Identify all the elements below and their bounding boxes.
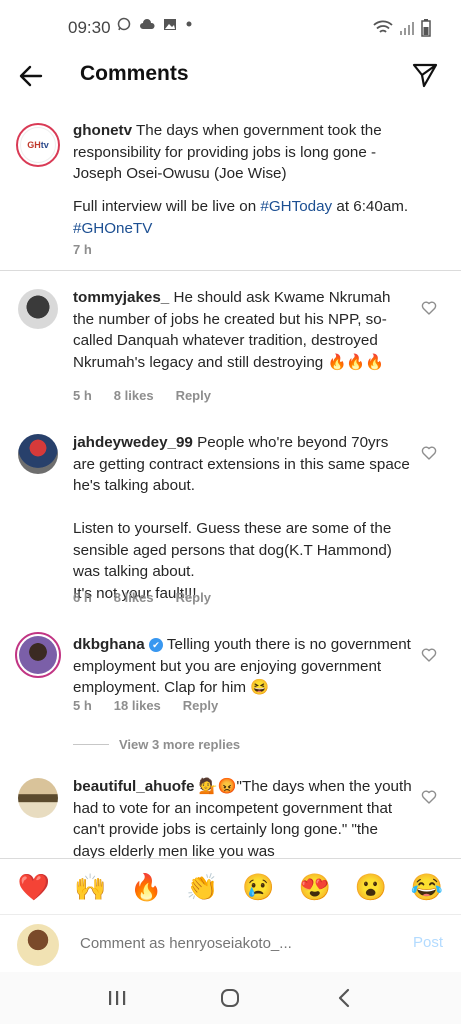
timestamp: 5 h (73, 698, 92, 713)
like-heart-icon[interactable] (421, 300, 437, 316)
system-icons (373, 19, 431, 37)
reply-button[interactable]: Reply (183, 698, 218, 713)
reaction-heart-icon[interactable]: ❤️ (18, 874, 50, 900)
reply-button[interactable]: Reply (176, 590, 211, 605)
system-navigation-bar (0, 972, 461, 1024)
wifi-icon (373, 20, 393, 33)
reaction-surprised-icon[interactable]: 😮 (355, 874, 387, 900)
caption-meta: 7 h (73, 242, 92, 257)
post-button[interactable]: Post (413, 934, 443, 951)
back-button[interactable] (329, 983, 359, 1013)
back-arrow-icon[interactable] (17, 62, 45, 90)
reaction-clap-icon[interactable]: 👏 (186, 874, 218, 900)
timestamp: 5 h (73, 388, 92, 403)
avatar[interactable] (18, 289, 58, 329)
comment-body: People who're beyond 70yrs are getting c… (73, 434, 410, 602)
status-bar: 09:30 (0, 0, 461, 52)
avatar[interactable] (15, 632, 61, 678)
status-time: 09:30 (68, 18, 111, 37)
comment-meta: 5 h 18 likes Reply (73, 698, 218, 713)
home-icon (221, 989, 240, 1007)
view-more-replies-button[interactable]: View 3 more replies (73, 737, 240, 752)
avatar[interactable] (18, 778, 58, 818)
caption-username[interactable]: ghonetv (73, 122, 132, 139)
comment-username[interactable]: tommyjakes_ (73, 289, 169, 306)
ghonetv-logo: GH tv (20, 127, 56, 163)
header: Comments (0, 52, 461, 100)
reaction-raised-hands-icon[interactable]: 🙌 (74, 874, 106, 900)
hashtag-link[interactable]: #GHOneTV (73, 220, 152, 237)
home-button[interactable] (215, 983, 245, 1013)
view-more-label: View 3 more replies (119, 737, 241, 752)
timestamp: 6 h (73, 590, 92, 605)
like-heart-icon[interactable] (421, 789, 437, 805)
comment-text: tommyjakes_ He should ask Kwame Nkrumah … (73, 287, 413, 373)
hashtag-link[interactable]: #GHToday (260, 198, 332, 215)
back-chevron-icon (339, 988, 350, 1008)
reply-button[interactable]: Reply (176, 388, 211, 403)
timestamp: 7 h (73, 242, 92, 257)
comment-composer: Post (0, 914, 461, 972)
cloud-icon (140, 19, 155, 29)
reaction-crying-icon[interactable]: 😢 (242, 874, 274, 900)
battery-icon (421, 19, 431, 37)
current-user-avatar (17, 924, 59, 966)
divider-line (73, 744, 109, 745)
page-title: Comments (80, 62, 189, 85)
likes-count[interactable]: 8 likes (114, 590, 154, 605)
likes-count[interactable]: 8 likes (114, 388, 154, 403)
reaction-fire-icon[interactable]: 🔥 (130, 874, 162, 900)
comment-meta: 5 h 8 likes Reply (73, 388, 211, 403)
verified-badge-icon: ✔ (148, 637, 163, 652)
dot-icon (186, 21, 192, 27)
divider (0, 270, 461, 271)
comment-text: beautiful_ahuofe 💁😡"The days when the yo… (73, 776, 413, 858)
caption-text: ghonetv The days when government took th… (73, 120, 413, 185)
caption-text-2: Full interview will be live on #GHToday … (73, 196, 413, 239)
comment-item: beautiful_ahuofe 💁😡"The days when the yo… (0, 776, 461, 858)
likes-count[interactable]: 18 likes (114, 698, 161, 713)
comment-username[interactable]: beautiful_ahuofe (73, 778, 195, 795)
gallery-icon (164, 18, 176, 30)
caption-body-3: at 6:40am. (332, 198, 409, 215)
recent-apps-button[interactable] (102, 983, 132, 1013)
like-heart-icon[interactable] (421, 647, 437, 663)
direct-message-icon[interactable] (411, 61, 439, 89)
caption-body-2: Full interview will be live on (73, 198, 261, 215)
notification-icons (117, 17, 193, 31)
comment-username[interactable]: jahdeywedey_99 (73, 434, 193, 451)
avatar[interactable]: GH tv (16, 123, 60, 167)
signal-icon (400, 22, 414, 35)
comment-text: dkbghana ✔ Telling youth there is no gov… (73, 634, 413, 699)
comment-meta: 6 h 8 likes Reply (73, 590, 211, 605)
recent-apps-icon (108, 991, 126, 1005)
reaction-heart-eyes-icon[interactable]: 😍 (299, 874, 331, 900)
quick-reactions-bar: ❤️ 🙌 🔥 👏 😢 😍 😮 😂 (0, 858, 461, 914)
comment-username[interactable]: dkbghana (73, 636, 145, 653)
comment-text: jahdeywedey_99 People who're beyond 70yr… (73, 432, 413, 604)
avatar[interactable] (18, 434, 58, 474)
like-heart-icon[interactable] (421, 445, 437, 461)
comment-input[interactable] (80, 935, 360, 952)
reaction-laughing-icon[interactable]: 😂 (411, 874, 443, 900)
whatsapp-icon (117, 17, 131, 31)
